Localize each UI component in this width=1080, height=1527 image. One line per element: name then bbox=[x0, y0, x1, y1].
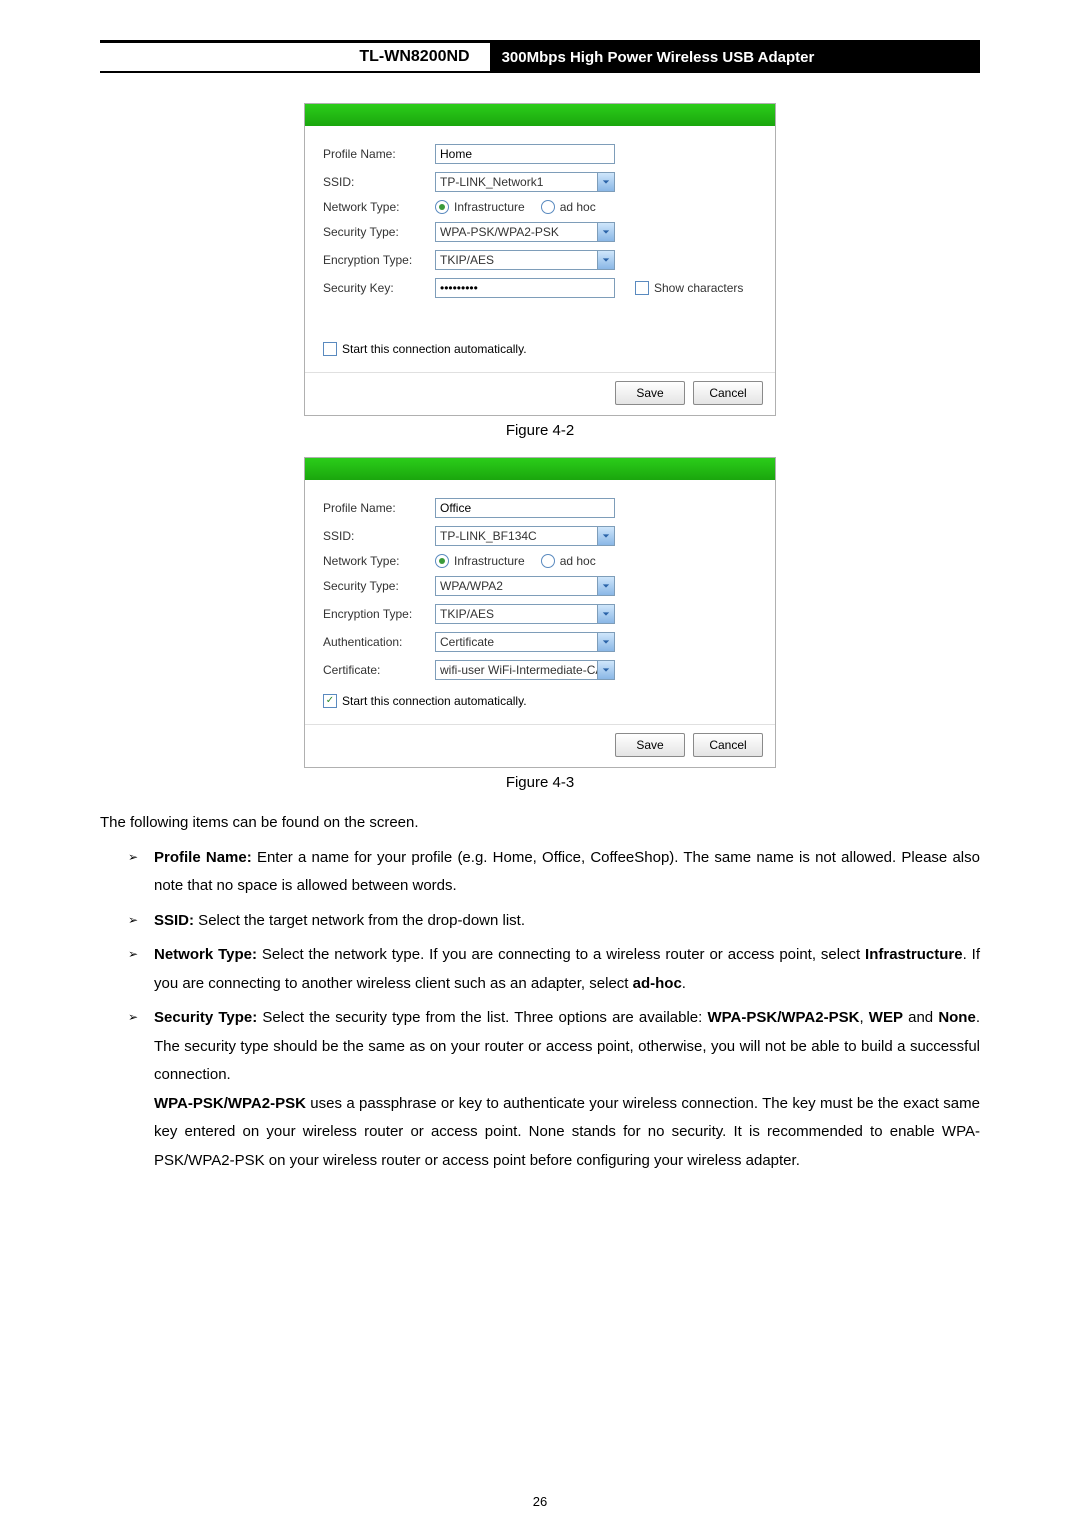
bullet-text: , bbox=[859, 1009, 868, 1026]
chevron-down-icon bbox=[597, 633, 614, 651]
select-certificate[interactable]: wifi-user WiFi-Intermediate-CA-: bbox=[435, 660, 615, 680]
select-encryption-type[interactable]: TKIP/AES bbox=[435, 604, 615, 624]
select-security-type[interactable]: WPA-PSK/WPA2-PSK bbox=[435, 222, 615, 242]
select-ssid-value: TP-LINK_Network1 bbox=[436, 173, 597, 191]
select-ssid[interactable]: TP-LINK_BF134C bbox=[435, 526, 615, 546]
bullet-bold: WPA-PSK/WPA2-PSK bbox=[707, 1009, 859, 1026]
label-certificate: Certificate: bbox=[323, 663, 435, 677]
checkbox-icon bbox=[323, 342, 337, 356]
select-encryption-type-value: TKIP/AES bbox=[436, 251, 597, 269]
select-encryption-type[interactable]: TKIP/AES bbox=[435, 250, 615, 270]
radio-adhoc[interactable]: ad hoc bbox=[541, 200, 596, 214]
save-button[interactable]: Save bbox=[615, 381, 685, 405]
cancel-button[interactable]: Cancel bbox=[693, 381, 763, 405]
intro-text: The following items can be found on the … bbox=[100, 809, 980, 838]
chevron-down-icon bbox=[597, 223, 614, 241]
radio-infrastructure[interactable]: Infrastructure bbox=[435, 554, 525, 568]
radio-adhoc-label: ad hoc bbox=[560, 200, 596, 214]
page-number: 26 bbox=[0, 1494, 1080, 1509]
chevron-down-icon bbox=[597, 173, 614, 191]
list-item: Profile Name: Enter a name for your prof… bbox=[128, 844, 980, 901]
select-ssid[interactable]: TP-LINK_Network1 bbox=[435, 172, 615, 192]
bullet-bold: WPA-PSK/WPA2-PSK bbox=[154, 1095, 306, 1112]
radio-infrastructure[interactable]: Infrastructure bbox=[435, 200, 525, 214]
select-authentication-value: Certificate bbox=[436, 633, 597, 651]
label-ssid: SSID: bbox=[323, 529, 435, 543]
checkbox-icon bbox=[323, 694, 337, 708]
label-security-type: Security Type: bbox=[323, 579, 435, 593]
chevron-down-icon bbox=[597, 605, 614, 623]
select-authentication[interactable]: Certificate bbox=[435, 632, 615, 652]
checkbox-auto-start-label: Start this connection automatically. bbox=[342, 694, 527, 708]
chevron-down-icon bbox=[597, 577, 614, 595]
profile-dialog-1: Profile Name: SSID: TP-LINK_Network1 Net… bbox=[304, 103, 776, 416]
label-network-type: Network Type: bbox=[323, 554, 435, 568]
radio-dot-icon bbox=[435, 200, 449, 214]
chevron-down-icon bbox=[597, 527, 614, 545]
radio-dot-icon bbox=[541, 554, 555, 568]
list-item: SSID: Select the target network from the… bbox=[128, 907, 980, 936]
label-encryption-type: Encryption Type: bbox=[323, 607, 435, 621]
input-profile-name[interactable] bbox=[435, 498, 615, 518]
dialog-title-bar bbox=[305, 104, 775, 126]
bullet-term: Network Type: bbox=[154, 946, 257, 963]
label-profile-name: Profile Name: bbox=[323, 501, 435, 515]
label-security-key: Security Key: bbox=[323, 281, 435, 295]
label-encryption-type: Encryption Type: bbox=[323, 253, 435, 267]
checkbox-auto-start[interactable]: Start this connection automatically. bbox=[323, 694, 527, 708]
radio-adhoc-label: ad hoc bbox=[560, 554, 596, 568]
bullet-text: and bbox=[903, 1009, 938, 1026]
checkbox-auto-start-label: Start this connection automatically. bbox=[342, 342, 527, 356]
radio-infrastructure-label: Infrastructure bbox=[454, 200, 525, 214]
select-security-type-value: WPA/WPA2 bbox=[436, 577, 597, 595]
bullet-text: Select the security type from the list. … bbox=[257, 1009, 707, 1026]
checkbox-show-characters-label: Show characters bbox=[654, 281, 743, 295]
doc-header: TL-WN8200ND 300Mbps High Power Wireless … bbox=[100, 40, 980, 73]
label-profile-name: Profile Name: bbox=[323, 147, 435, 161]
figure-caption-2: Figure 4-3 bbox=[100, 774, 980, 791]
chevron-down-icon bbox=[597, 251, 614, 269]
bullet-term: Profile Name: bbox=[154, 849, 252, 866]
input-profile-name[interactable] bbox=[435, 144, 615, 164]
bullet-text: Enter a name for your profile (e.g. Home… bbox=[154, 849, 980, 895]
input-security-key[interactable] bbox=[435, 278, 615, 298]
select-certificate-value: wifi-user WiFi-Intermediate-CA-: bbox=[436, 661, 597, 679]
chevron-down-icon bbox=[597, 661, 614, 679]
checkbox-auto-start[interactable]: Start this connection automatically. bbox=[323, 342, 527, 356]
profile-dialog-2: Profile Name: SSID: TP-LINK_BF134C Netwo… bbox=[304, 457, 776, 768]
bullet-bold: WEP bbox=[869, 1009, 903, 1026]
radio-adhoc[interactable]: ad hoc bbox=[541, 554, 596, 568]
bullet-text: Select the network type. If you are conn… bbox=[257, 946, 865, 963]
bullet-term: Security Type: bbox=[154, 1009, 257, 1026]
checkbox-icon bbox=[635, 281, 649, 295]
bullet-bold: None bbox=[938, 1009, 976, 1026]
label-network-type: Network Type: bbox=[323, 200, 435, 214]
bullet-text: . bbox=[682, 975, 686, 992]
radio-dot-icon bbox=[541, 200, 555, 214]
bullet-term: SSID: bbox=[154, 912, 194, 929]
select-security-type[interactable]: WPA/WPA2 bbox=[435, 576, 615, 596]
label-security-type: Security Type: bbox=[323, 225, 435, 239]
figure-caption-1: Figure 4-2 bbox=[100, 422, 980, 439]
header-model: TL-WN8200ND bbox=[100, 43, 490, 71]
label-authentication: Authentication: bbox=[323, 635, 435, 649]
label-ssid: SSID: bbox=[323, 175, 435, 189]
bullet-text: Select the target network from the drop-… bbox=[194, 912, 525, 929]
checkbox-show-characters[interactable]: Show characters bbox=[635, 281, 743, 295]
list-item: Network Type: Select the network type. I… bbox=[128, 941, 980, 998]
radio-infrastructure-label: Infrastructure bbox=[454, 554, 525, 568]
cancel-button[interactable]: Cancel bbox=[693, 733, 763, 757]
list-item: Security Type: Select the security type … bbox=[128, 1004, 980, 1175]
bullet-bold: ad-hoc bbox=[633, 975, 682, 992]
header-title: 300Mbps High Power Wireless USB Adapter bbox=[490, 43, 980, 71]
bullet-bold: Infrastructure bbox=[865, 946, 963, 963]
select-security-type-value: WPA-PSK/WPA2-PSK bbox=[436, 223, 597, 241]
radio-dot-icon bbox=[435, 554, 449, 568]
select-encryption-type-value: TKIP/AES bbox=[436, 605, 597, 623]
select-ssid-value: TP-LINK_BF134C bbox=[436, 527, 597, 545]
save-button[interactable]: Save bbox=[615, 733, 685, 757]
dialog-title-bar bbox=[305, 458, 775, 480]
